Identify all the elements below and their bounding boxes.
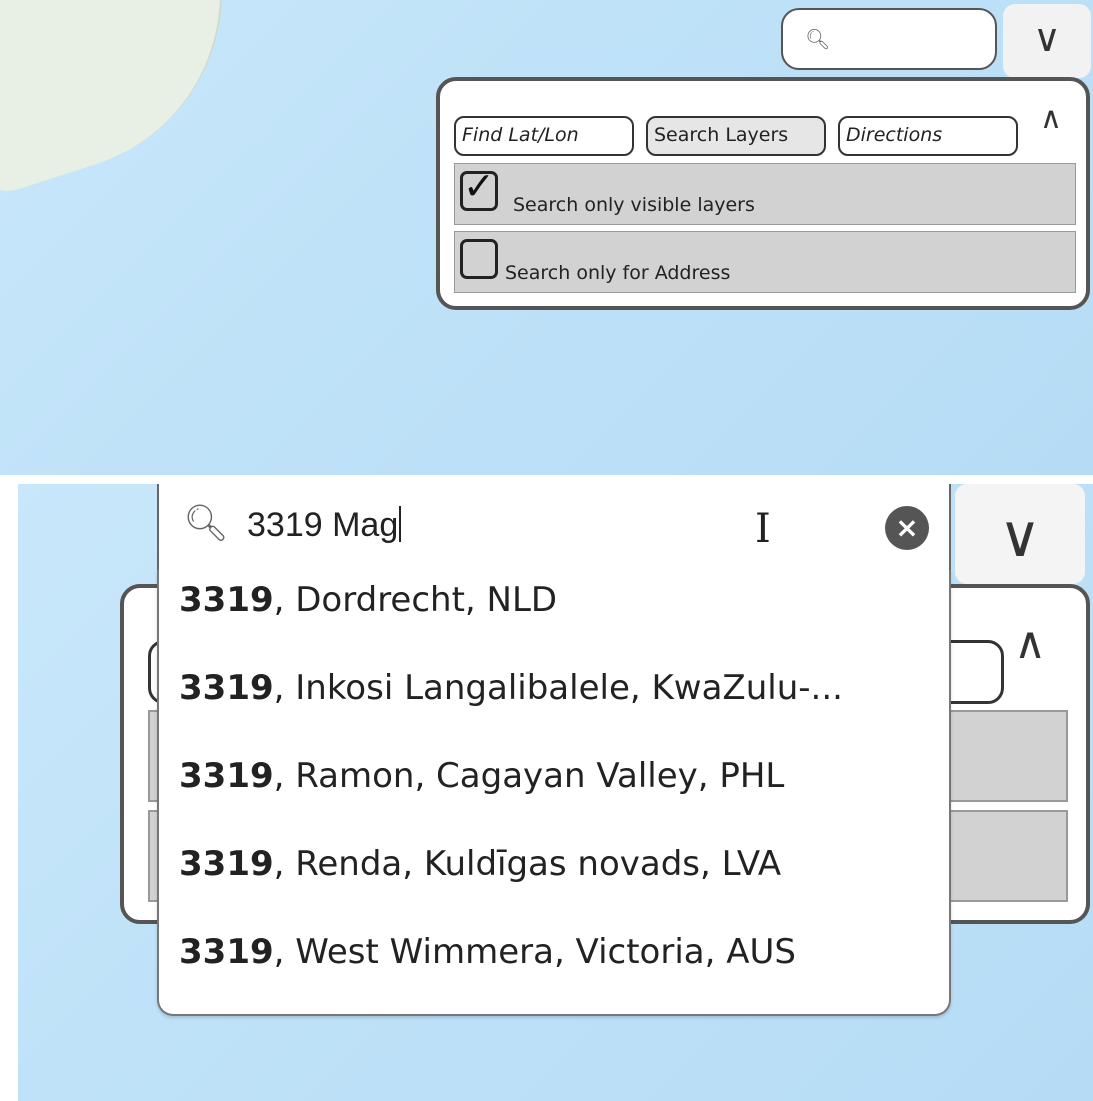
tab-search-layers[interactable]: Search Layers — [646, 116, 826, 156]
option-label: Search only visible layers — [513, 194, 755, 216]
search-icon: 🔍︎ — [805, 27, 831, 51]
suggestion-rest: , West Wimmera, Victoria, AUS — [273, 932, 796, 972]
search-input[interactable]: 🔍︎ — [781, 8, 997, 70]
search-input[interactable]: 🔍︎ 3319 Mag I × — [157, 484, 951, 572]
tab-directions[interactable]: Directions — [838, 116, 1018, 156]
ibeam-cursor-icon: I — [755, 506, 771, 552]
double-chevron-down-icon: ∨ — [998, 502, 1042, 570]
suggestion-item[interactable]: 3319, Ramon, Cagayan Valley, PHL — [179, 756, 939, 816]
suggestion-match: 3319 — [179, 668, 274, 708]
suggestion-item[interactable]: 3319, Renda, Kuldīgas novads, LVA — [179, 844, 939, 904]
double-chevron-down-icon: ∨ — [1033, 16, 1061, 60]
check-icon: ✓ — [463, 164, 495, 208]
suggestion-rest: , Ramon, Cagayan Valley, PHL — [273, 756, 785, 796]
tab-find-lat-lon[interactable]: Find Lat/Lon — [454, 116, 634, 156]
suggestion-match: 3319 — [179, 844, 274, 884]
suggestion-item[interactable]: 3319, Dordrecht, NLD — [179, 580, 939, 640]
collapse-toggle-button[interactable]: ∨ — [955, 484, 1085, 584]
option-address-only[interactable]: Search only for Address — [454, 231, 1076, 293]
suggestions-dropdown: 3319, Dordrecht, NLD 3319, Inkosi Langal… — [157, 570, 951, 1016]
checkbox-checked[interactable]: ✓ — [460, 164, 498, 211]
double-chevron-up-icon[interactable]: ∧ — [1014, 618, 1046, 669]
suggestion-rest: , Renda, Kuldīgas novads, LVA — [273, 844, 782, 884]
double-chevron-up-icon[interactable]: ∧ — [1040, 101, 1062, 136]
search-value: 3319 Mag — [247, 506, 399, 544]
suggestion-rest: , Dordrecht, NLD — [273, 580, 558, 620]
left-frame — [0, 484, 18, 1101]
search-icon: 🔍︎ — [183, 503, 229, 544]
collapse-toggle-button[interactable]: ∨ — [1003, 4, 1091, 78]
suggestion-match: 3319 — [179, 756, 274, 796]
option-label: Search only for Address — [505, 262, 731, 284]
checkbox-unchecked[interactable] — [460, 239, 498, 279]
map-view-bottom[interactable]: ∨ ∧ 🔍︎ 3319 Mag I × 3319, Dordrecht, NLD… — [0, 484, 1093, 1101]
suggestion-rest: , Inkosi Langalibalele, KwaZulu-... — [273, 668, 843, 708]
clear-icon[interactable]: × — [885, 506, 929, 550]
map-view-top[interactable]: 🔍︎ ∨ Find Lat/Lon Search Layers Directio… — [0, 0, 1093, 475]
suggestion-match: 3319 — [179, 932, 274, 972]
option-visible-layers[interactable]: ✓ Search only visible layers — [454, 163, 1076, 225]
suggestion-match: 3319 — [179, 580, 274, 620]
suggestion-item[interactable]: 3319, Inkosi Langalibalele, KwaZulu-... — [179, 668, 939, 728]
land-area — [0, 0, 269, 202]
search-options-panel: Find Lat/Lon Search Layers Directions ∧ … — [436, 77, 1090, 310]
text-caret — [399, 506, 402, 542]
suggestion-item[interactable]: 3319, West Wimmera, Victoria, AUS — [179, 932, 939, 992]
